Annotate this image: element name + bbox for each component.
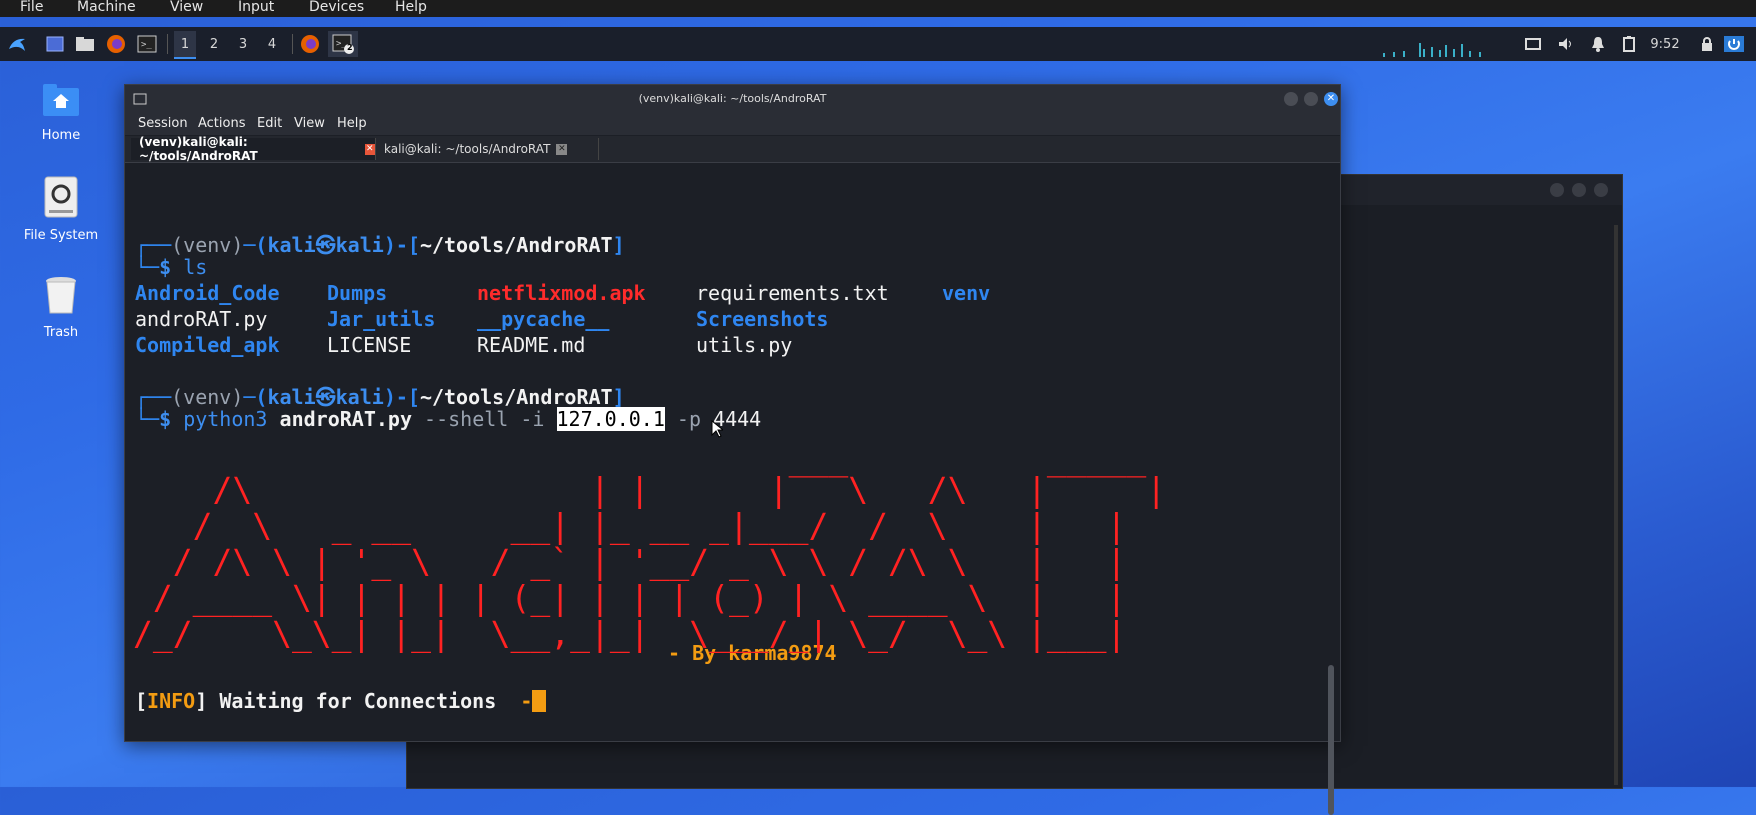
vm-menu-help[interactable]: Help bbox=[395, 0, 427, 15]
vm-menu-view[interactable]: View bbox=[170, 0, 203, 15]
tab-venv-androrat[interactable]: (venv)kali@kali: ~/tools/AndroRAT ✕ bbox=[131, 135, 375, 163]
terminal-titlebar[interactable]: (venv)kali@kali: ~/tools/AndroRAT ✕ bbox=[125, 85, 1340, 113]
vm-menubar: File Machine View Input Devices Help bbox=[0, 0, 1756, 17]
firefox-icon[interactable] bbox=[103, 31, 129, 57]
ls-entry-file: requirements.txt bbox=[696, 281, 889, 305]
tab-close-icon[interactable]: ✕ bbox=[556, 143, 568, 155]
mouse-cursor-icon bbox=[711, 419, 725, 443]
back-scrollbar[interactable] bbox=[1614, 225, 1618, 785]
desktop-trash[interactable]: Trash bbox=[16, 275, 106, 340]
network-monitor-graph bbox=[1383, 35, 1503, 57]
menu-help[interactable]: Help bbox=[337, 116, 367, 131]
desktop-home[interactable]: Home bbox=[16, 82, 106, 143]
ls-entry-file: LICENSE bbox=[327, 333, 412, 357]
menu-session[interactable]: Session bbox=[138, 116, 188, 131]
tab-kali-androrat[interactable]: kali@kali: ~/tools/AndroRAT ✕ bbox=[375, 138, 599, 160]
taskbar-firefox-icon[interactable] bbox=[297, 31, 323, 57]
desktop-home-label: Home bbox=[41, 128, 81, 143]
ls-entry-dir: Dumps bbox=[327, 281, 388, 305]
notification-bell-icon[interactable] bbox=[1587, 31, 1609, 57]
text-cursor bbox=[532, 690, 547, 712]
menu-actions[interactable]: Actions bbox=[198, 116, 246, 131]
workspace-3[interactable]: 3 bbox=[232, 31, 254, 57]
desktop-file-system[interactable]: File System bbox=[16, 176, 106, 243]
svg-text:>_: >_ bbox=[141, 40, 152, 50]
ls-entry-dir: Screenshots bbox=[696, 307, 829, 331]
home-folder-icon bbox=[16, 82, 106, 122]
back-maximize-button[interactable] bbox=[1550, 183, 1564, 197]
ls-entry-file: README.md bbox=[477, 333, 586, 357]
ls-entry-dir: __pycache__ bbox=[477, 307, 610, 331]
tab-close-icon[interactable]: ✕ bbox=[364, 143, 375, 155]
terminal-tabbar: (venv)kali@kali: ~/tools/AndroRAT ✕ kali… bbox=[125, 135, 1340, 163]
terminal-title: (venv)kali@kali: ~/tools/AndroRAT bbox=[638, 92, 827, 105]
back-minimize-button[interactable] bbox=[1572, 183, 1586, 197]
window-list-icon[interactable] bbox=[1522, 31, 1544, 57]
ls-entry-file: utils.py bbox=[696, 333, 793, 357]
terminal-scrollbar[interactable] bbox=[1328, 665, 1334, 815]
lock-screen-icon[interactable] bbox=[1697, 31, 1717, 57]
trash-icon bbox=[16, 275, 106, 319]
battery-icon[interactable] bbox=[1618, 31, 1640, 57]
tab-label: kali@kali: ~/tools/AndroRAT bbox=[384, 142, 551, 156]
file-manager-icon[interactable] bbox=[72, 31, 98, 57]
power-icon[interactable] bbox=[1721, 31, 1747, 57]
workspace-2[interactable]: 2 bbox=[203, 31, 225, 57]
terminal-menubar: Session Actions Edit View Help bbox=[125, 113, 1340, 135]
tab-label: (venv)kali@kali: ~/tools/AndroRAT bbox=[139, 135, 258, 163]
close-button[interactable]: ✕ bbox=[1324, 92, 1338, 106]
vm-menu-machine[interactable]: Machine bbox=[77, 0, 136, 15]
terminal-launcher-icon[interactable]: >_ bbox=[134, 31, 160, 57]
menu-edit[interactable]: Edit bbox=[257, 116, 282, 131]
workspace-1[interactable]: 1 bbox=[174, 31, 196, 59]
clock[interactable]: 9:52 bbox=[1645, 31, 1685, 57]
back-close-button[interactable] bbox=[1594, 183, 1608, 197]
ls-entry-file: androRAT.py bbox=[135, 307, 268, 331]
ls-entry-dir: venv bbox=[942, 281, 991, 305]
terminal-count-badge: 2 bbox=[347, 43, 353, 52]
maximize-button[interactable] bbox=[1304, 92, 1318, 106]
window-icon bbox=[133, 85, 147, 113]
taskbar-terminal-icon[interactable]: >_ 2 bbox=[328, 31, 358, 57]
command-line: └─$ ls bbox=[135, 255, 208, 279]
selected-ip: 127.0.0.1 bbox=[556, 407, 665, 431]
vm-menu-devices[interactable]: Devices bbox=[309, 0, 364, 15]
ls-entry-dir: Jar_utils bbox=[327, 307, 436, 331]
command-line: └─$ python3 androRAT.py --shell -i 127.0… bbox=[135, 407, 762, 431]
desktop-file-system-label: File System bbox=[23, 228, 99, 243]
drive-icon bbox=[16, 176, 106, 222]
ls-entry-apk: netflixmod.apk bbox=[477, 281, 646, 305]
minimize-button[interactable] bbox=[1284, 92, 1298, 106]
top-panel: >_ 1 2 3 4 >_ 2 9:52 bbox=[0, 27, 1756, 61]
kali-menu-icon[interactable] bbox=[4, 31, 30, 57]
info-line: [INFO] Waiting for Connections - bbox=[135, 689, 547, 713]
volume-icon[interactable] bbox=[1555, 31, 1577, 57]
show-desktop-icon[interactable] bbox=[42, 31, 68, 57]
ls-entry-dir: Compiled_apk bbox=[135, 333, 280, 357]
androrat-ascii-logo: /\ | | |‾‾‾\ /\ |‾‾‾‾‾| / \ _ __ __| |_ … bbox=[133, 470, 1167, 653]
desktop-trash-label: Trash bbox=[43, 325, 79, 340]
ls-entry-dir: Android_Code bbox=[135, 281, 280, 305]
vm-menu-file[interactable]: File bbox=[20, 0, 43, 15]
workspace-4[interactable]: 4 bbox=[261, 31, 283, 57]
prompt-line: ┌──(venv)─(kali㉿kali)-[~/tools/AndroRAT] bbox=[135, 233, 625, 257]
vm-menu-input[interactable]: Input bbox=[238, 0, 274, 15]
menu-view[interactable]: View bbox=[294, 116, 325, 131]
prompt-line: ┌──(venv)─(kali㉿kali)-[~/tools/AndroRAT] bbox=[135, 385, 625, 409]
